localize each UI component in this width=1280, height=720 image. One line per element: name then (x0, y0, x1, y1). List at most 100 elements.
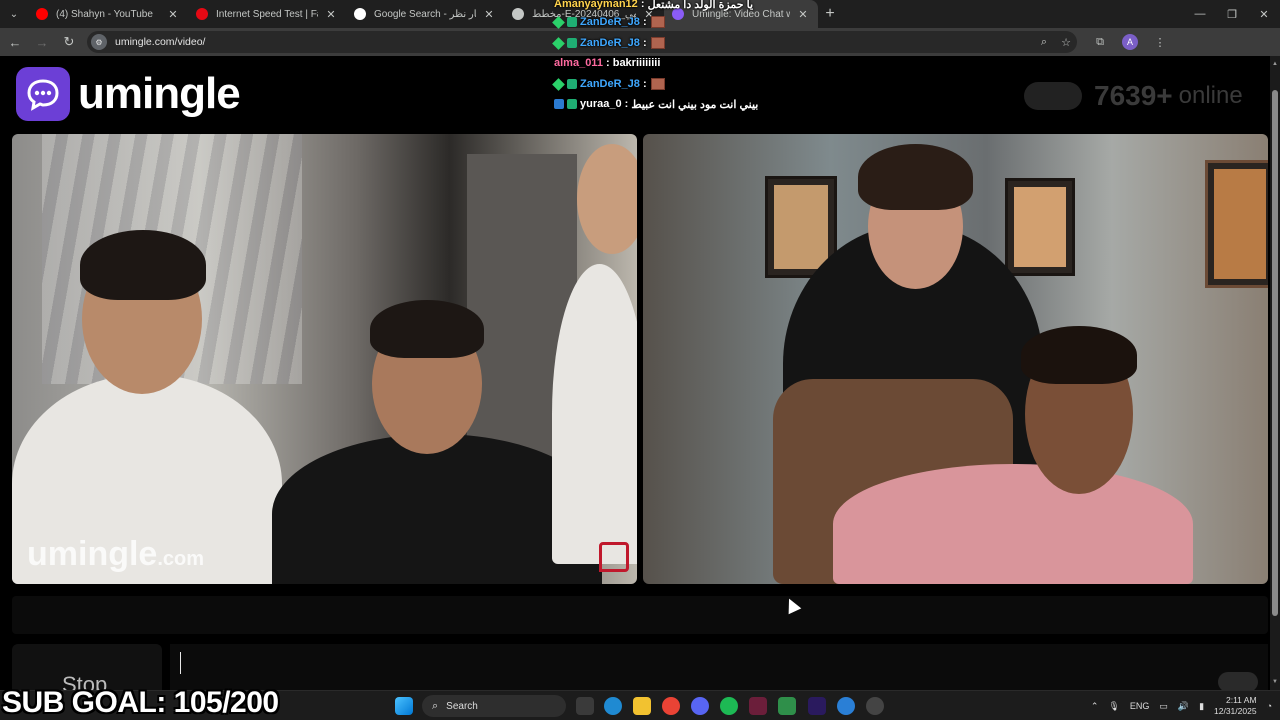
volume-icon[interactable]: 🔊 (1178, 701, 1189, 712)
profile-avatar[interactable]: A (1122, 34, 1138, 50)
online-label: online (1178, 82, 1243, 109)
logo-text: umingle (78, 69, 241, 118)
tab-google[interactable]: Google Search - اختبار نظر ✕ (346, 0, 504, 28)
online-indicator: 7639+ online (1024, 80, 1243, 112)
premiere-icon[interactable] (808, 697, 826, 715)
network-icon[interactable]: ▭ (1159, 701, 1168, 712)
battery-icon[interactable]: ▮ (1199, 701, 1204, 712)
chat-message: ZanDeR_J8 : (552, 75, 665, 93)
zoom-icon[interactable]: ⌕ (1033, 36, 1055, 49)
task-view-icon[interactable] (576, 697, 594, 715)
start-windows-icon[interactable] (395, 697, 413, 715)
chat-message: yuraa_0 : بيني انت مود بيني انت عبيط (554, 95, 758, 113)
poster-art (1014, 187, 1066, 267)
restore-icon[interactable]: ❐ (1216, 0, 1248, 28)
file-explorer-icon[interactable] (633, 697, 651, 715)
app-icon[interactable] (837, 697, 855, 715)
emote-icon (650, 78, 665, 90)
reload-icon[interactable]: ↻ (57, 30, 81, 54)
umingle-watermark: umingle.com (27, 535, 204, 574)
tab-title: Google Search - اختبار نظر (374, 8, 476, 20)
page-scrollbar[interactable]: ▲ ▼ (1270, 56, 1280, 690)
back-arrow-icon[interactable]: ← (3, 30, 27, 54)
scroll-thumb[interactable] (1272, 90, 1278, 616)
close-tab-icon[interactable]: ✕ (166, 8, 180, 21)
forward-arrow-icon[interactable]: → (30, 30, 54, 54)
person-right-head (577, 144, 637, 254)
tab-title: (4) Shahyn - YouTube (56, 8, 153, 20)
minimize-icon[interactable]: — (1184, 0, 1216, 28)
chat-username: ZanDeR_J8 (580, 37, 640, 49)
site-info-icon[interactable]: ⚙ (91, 34, 107, 50)
search-icon: ⌕ (432, 699, 439, 712)
chat-message: alma_011 : bakriiiiiiii (554, 57, 661, 69)
stop-button[interactable]: Stop (12, 644, 162, 690)
discord-icon[interactable] (691, 697, 709, 715)
obs-icon[interactable] (866, 697, 884, 715)
notifications-icon[interactable]: ◔ (1267, 701, 1272, 711)
chat-message: Amanyayman12 : يا حمزة الولد دا مشتعل (554, 0, 753, 13)
poster-art (774, 185, 828, 269)
clock-time: 2:11 AM (1226, 695, 1257, 705)
extensions-icon[interactable]: ⧉ (1085, 36, 1115, 49)
excel-icon[interactable] (778, 697, 796, 715)
close-tab-icon[interactable]: ✕ (796, 8, 810, 21)
language-indicator[interactable]: ENG (1130, 701, 1150, 711)
person-back-hair (858, 144, 973, 210)
message-input[interactable] (170, 644, 1268, 692)
edge-icon[interactable] (604, 697, 622, 715)
tab-search-icon[interactable]: ⌄ (0, 0, 28, 28)
microphone-icon[interactable]: 🎙 (1108, 701, 1119, 712)
moderator-badge-icon (552, 15, 565, 29)
scroll-up-arrow-icon[interactable]: ▲ (1270, 58, 1280, 70)
chat-text: يا حمزة الولد دا مشتعل (647, 0, 754, 11)
watermark-suffix: .com (157, 548, 205, 570)
screen: ⌄ (4) Shahyn - YouTube ✕ Internet Speed … (0, 0, 1280, 720)
poster-frame (1005, 178, 1075, 276)
url-text: umingle.com/video/ (115, 36, 206, 48)
close-window-icon[interactable]: ✕ (1248, 0, 1280, 28)
local-video: umingle.com (12, 134, 637, 584)
chat-log (12, 596, 1268, 634)
text-caret (180, 652, 181, 674)
scroll-down-arrow-icon[interactable]: ▼ (1270, 676, 1280, 688)
chat-message: ZanDeR_J8 : (552, 13, 665, 31)
watermark-text: umingle (27, 535, 158, 573)
spotify-icon[interactable] (720, 697, 738, 715)
umingle-logo[interactable]: umingle (16, 67, 241, 121)
person-left-hair (80, 230, 206, 300)
taskbar-search[interactable]: ⌕ Search (422, 695, 566, 717)
chat-text: bakriiiiiiii (612, 57, 661, 69)
page-content: umingle 7639+ online umingle.com Stop (0, 56, 1270, 692)
new-tab-button[interactable]: + (818, 5, 842, 23)
close-tab-icon[interactable]: ✕ (324, 8, 338, 21)
tab-youtube[interactable]: (4) Shahyn - YouTube ✕ (28, 0, 188, 28)
chrome-icon[interactable] (662, 697, 680, 715)
person-right-body (552, 264, 637, 564)
clock[interactable]: 2:11 AM 12/31/2025 (1214, 695, 1257, 717)
chat-text: بيني انت مود بيني انت عبيط (631, 98, 759, 111)
person-front-hair (1021, 326, 1137, 384)
clock-date: 12/31/2025 (1214, 706, 1257, 716)
show-hidden-icon[interactable]: ⌃ (1091, 701, 1099, 712)
menu-icon[interactable]: ⋮ (1145, 36, 1175, 49)
prime-badge-icon (554, 99, 564, 109)
bookmark-star-icon[interactable]: ☆ (1055, 36, 1077, 49)
close-tab-icon[interactable]: ✕ (482, 8, 496, 21)
poster-frame (1205, 160, 1268, 288)
remote-video (643, 134, 1268, 584)
send-button[interactable] (1218, 672, 1258, 692)
sub-badge-icon (567, 79, 577, 89)
chat-username: Amanyayman12 (554, 0, 638, 10)
vegas-icon[interactable] (749, 697, 767, 715)
person-front-body (833, 464, 1193, 584)
tab-fast[interactable]: Internet Speed Test | Fast.com ✕ (188, 0, 346, 28)
sub-badge-icon (567, 38, 577, 48)
report-flag-icon[interactable] (599, 542, 629, 572)
person-center-hair (370, 300, 484, 358)
tab-title: Internet Speed Test | Fast.com (216, 8, 318, 20)
chat-bubble-icon (16, 67, 70, 121)
online-count: 7639+ (1094, 80, 1173, 111)
online-toggle[interactable] (1024, 82, 1082, 110)
window-controls: — ❐ ✕ (1184, 0, 1280, 28)
